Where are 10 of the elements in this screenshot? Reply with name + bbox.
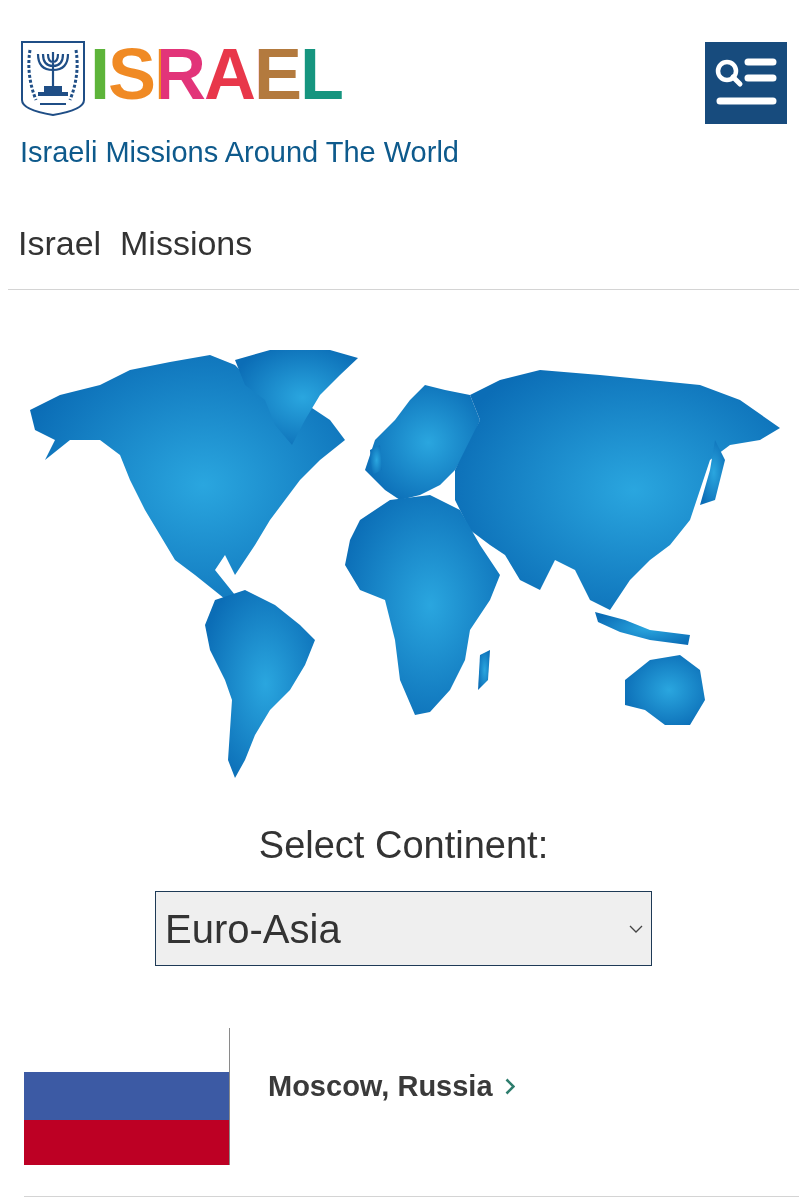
chevron-right-icon — [504, 1077, 515, 1095]
site-title[interactable]: Israeli Missions Around The World — [20, 135, 459, 169]
chevron-down-icon — [629, 924, 643, 933]
continent-select[interactable]: Euro-Asia — [155, 891, 652, 966]
page-title: Israel Missions — [18, 223, 253, 264]
flag-icon — [24, 1028, 230, 1165]
search-menu-button[interactable] — [705, 42, 787, 124]
mission-link[interactable]: Moscow, Russia — [268, 1068, 515, 1104]
select-continent-label: Select Continent: — [258, 823, 549, 868]
menorah-emblem-icon — [20, 40, 86, 116]
